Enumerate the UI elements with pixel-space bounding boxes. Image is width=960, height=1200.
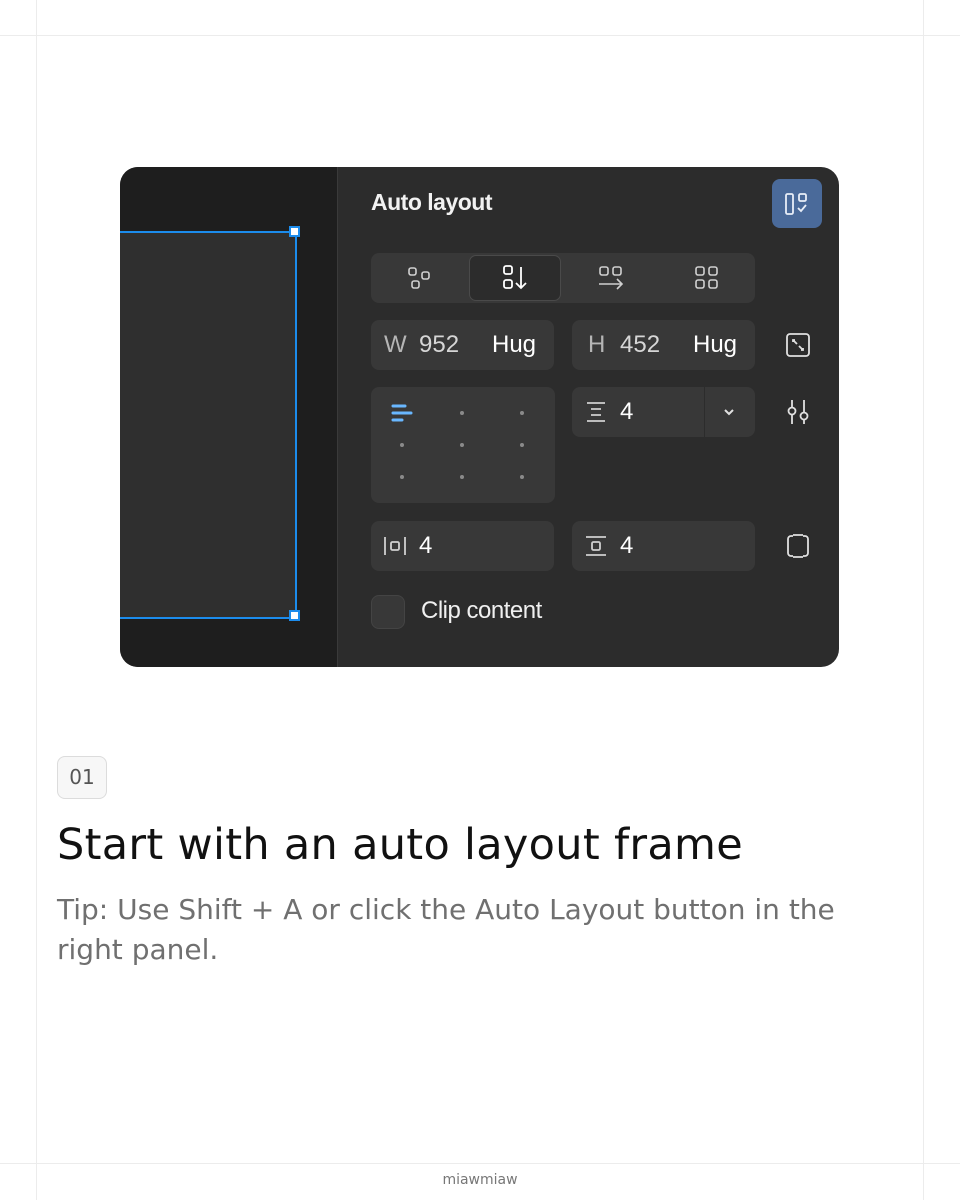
direction-option-vertical[interactable] (469, 255, 561, 301)
align-dot[interactable] (400, 475, 404, 479)
page-guide-right (923, 0, 924, 1200)
individual-padding-icon[interactable] (783, 531, 813, 561)
width-field[interactable]: W 952 Hug (371, 320, 554, 370)
alignment-grid[interactable] (371, 387, 555, 503)
vertical-padding-field[interactable]: 4 (572, 521, 755, 571)
width-mode[interactable]: Hug (492, 331, 536, 359)
horizontal-layout-icon (599, 266, 624, 290)
panel-title: Auto layout (371, 189, 493, 215)
vertical-padding-value[interactable]: 4 (620, 532, 633, 560)
page-guide-bottom (0, 1163, 960, 1164)
selected-frame[interactable] (120, 231, 297, 619)
align-dot[interactable] (520, 411, 524, 415)
grid-layout-icon (695, 266, 718, 289)
horizontal-padding-value[interactable]: 4 (419, 532, 432, 560)
direction-option-grid[interactable] (661, 255, 753, 301)
resize-to-fit-icon[interactable] (783, 330, 813, 360)
align-top-left-icon[interactable] (390, 401, 414, 425)
height-field[interactable]: H 452 Hug (572, 320, 755, 370)
gap-field[interactable]: 4 (572, 387, 755, 437)
vertical-gap-icon (587, 402, 605, 422)
width-value[interactable]: 952 (419, 331, 459, 359)
horizontal-padding-icon (384, 537, 406, 555)
page-guide-top (0, 35, 960, 36)
clip-content-label: Clip content (421, 597, 542, 624)
direction-segmented-control (371, 253, 755, 303)
footer-credit: miawmiaw (442, 1172, 518, 1188)
vertical-padding-icon (586, 536, 606, 556)
align-dot[interactable] (520, 443, 524, 447)
horizontal-padding-field[interactable]: 4 (371, 521, 554, 571)
vertical-layout-icon (503, 265, 527, 290)
auto-layout-panel-screenshot: Auto layout W 952 Hug H 452 Hug 4 4 4 Cl… (120, 167, 839, 667)
height-value[interactable]: 452 (620, 331, 660, 359)
auto-layout-icon (785, 193, 807, 215)
step-number-badge: 01 (57, 756, 107, 799)
scatter-layout-icon (408, 267, 430, 289)
direction-option-wrap[interactable] (373, 255, 465, 301)
page-guide-left (36, 0, 37, 1200)
chevron-down-icon[interactable] (721, 404, 737, 420)
step-title: Start with an auto layout frame (57, 820, 743, 870)
clip-content-checkbox[interactable] (371, 595, 405, 629)
align-dot[interactable] (460, 411, 464, 415)
height-label: H (588, 331, 606, 358)
height-mode[interactable]: Hug (693, 331, 737, 359)
step-tip: Tip: Use Shift + A or click the Auto Lay… (57, 893, 835, 966)
align-dot[interactable] (400, 443, 404, 447)
align-dot[interactable] (460, 443, 464, 447)
canvas-area (120, 167, 338, 667)
gap-divider (704, 387, 705, 437)
direction-option-horizontal[interactable] (565, 255, 657, 301)
gap-value[interactable]: 4 (620, 398, 633, 426)
align-dot[interactable] (460, 475, 464, 479)
width-label: W (384, 331, 407, 358)
align-dot[interactable] (520, 475, 524, 479)
resize-handle-bottom-right[interactable] (289, 610, 300, 621)
advanced-settings-icon[interactable] (783, 397, 813, 427)
resize-handle-top-right[interactable] (289, 226, 300, 237)
remove-auto-layout-button[interactable] (772, 179, 822, 228)
